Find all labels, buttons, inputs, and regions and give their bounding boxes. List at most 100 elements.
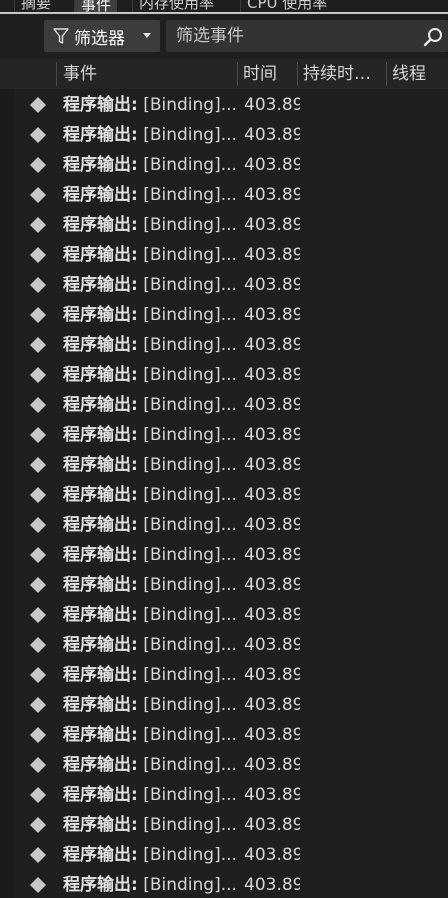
table-row[interactable]: 程序输出: [Binding]... 403.89 <box>14 300 448 330</box>
event-prefix: 程序输出: <box>63 395 138 415</box>
time-cell: 403.89 <box>244 755 300 775</box>
table-row[interactable]: 程序输出: [Binding]... 403.89 <box>14 390 448 420</box>
table-row[interactable]: 程序输出: [Binding]... 403.89 <box>14 150 448 180</box>
event-cell: 程序输出: [Binding]... <box>63 570 239 600</box>
filter-label: 筛选器 <box>74 28 125 49</box>
table-row[interactable]: 程序输出: [Binding]... 403.89 <box>14 780 448 810</box>
toolbar: 筛选器 <box>0 14 448 58</box>
row-gutter <box>0 59 14 898</box>
time-cell: 403.89 <box>244 875 300 895</box>
time-cell: 403.89 <box>244 335 300 355</box>
filter-dropdown-button[interactable]: 筛选器 <box>44 20 160 52</box>
event-prefix: 程序输出: <box>63 275 138 295</box>
table-row[interactable]: 程序输出: [Binding]... 403.89 <box>14 360 448 390</box>
table-row[interactable]: 程序输出: [Binding]... 403.89 <box>14 120 448 150</box>
table-row[interactable]: 程序输出: [Binding]... 403.89 <box>14 180 448 210</box>
diamond-icon <box>30 577 46 593</box>
column-separator[interactable] <box>56 62 57 86</box>
event-text: [Binding]... <box>137 155 237 175</box>
event-text: [Binding]... <box>137 815 237 835</box>
event-text: [Binding]... <box>137 335 237 355</box>
table-row[interactable]: 程序输出: [Binding]... 403.89 <box>14 810 448 840</box>
diamond-icon <box>30 157 46 173</box>
event-text: [Binding]... <box>137 185 237 205</box>
search-icon[interactable] <box>422 26 444 48</box>
diamond-icon <box>30 247 46 263</box>
diamond-icon <box>30 847 46 863</box>
table-row[interactable]: 程序输出: [Binding]... 403.89 <box>14 480 448 510</box>
table-row[interactable]: 程序输出: [Binding]... 403.89 <box>14 630 448 660</box>
event-cell: 程序输出: [Binding]... <box>63 510 239 540</box>
event-text: [Binding]... <box>137 485 237 505</box>
event-prefix: 程序输出: <box>63 845 138 865</box>
diamond-icon <box>30 277 46 293</box>
diamond-icon <box>30 427 46 443</box>
table-row[interactable]: 程序输出: [Binding]... 403.89 <box>14 450 448 480</box>
event-prefix: 程序输出: <box>63 125 138 145</box>
table-row[interactable]: 程序输出: [Binding]... 403.89 <box>14 510 448 540</box>
table-row[interactable]: 程序输出: [Binding]... 403.89 <box>14 210 448 240</box>
diamond-icon <box>30 697 46 713</box>
event-text: [Binding]... <box>137 245 237 265</box>
diamond-icon <box>30 817 46 833</box>
column-header-time[interactable]: 时间 <box>243 59 295 89</box>
diamond-icon <box>30 457 46 473</box>
column-header-duration[interactable]: 持续时… <box>303 59 383 89</box>
event-prefix: 程序输出: <box>63 695 138 715</box>
diamond-icon <box>30 187 46 203</box>
event-text: [Binding]... <box>137 695 237 715</box>
column-header-event[interactable]: 事件 <box>63 59 233 89</box>
event-prefix: 程序输出: <box>63 725 138 745</box>
event-cell: 程序输出: [Binding]... <box>63 660 239 690</box>
column-separator[interactable] <box>297 62 298 86</box>
table-row[interactable]: 程序输出: [Binding]... 403.89 <box>14 270 448 300</box>
search-input[interactable] <box>174 25 408 47</box>
table-row[interactable]: 程序输出: [Binding]... 403.89 <box>14 840 448 870</box>
event-cell: 程序输出: [Binding]... <box>63 450 239 480</box>
event-text: [Binding]... <box>137 515 237 535</box>
table-row[interactable]: 程序输出: [Binding]... 403.89 <box>14 600 448 630</box>
table-row[interactable]: 程序输出: [Binding]... 403.89 <box>14 540 448 570</box>
table-row[interactable]: 程序输出: [Binding]... 403.89 <box>14 330 448 360</box>
time-cell: 403.89 <box>244 485 300 505</box>
diamond-icon <box>30 217 46 233</box>
event-cell: 程序输出: [Binding]... <box>63 630 239 660</box>
time-cell: 403.89 <box>244 125 300 145</box>
table-row[interactable]: 程序输出: [Binding]... 403.89 <box>14 570 448 600</box>
event-cell: 程序输出: [Binding]... <box>63 180 239 210</box>
diamond-icon <box>30 487 46 503</box>
event-text: [Binding]... <box>137 875 237 895</box>
time-cell: 403.89 <box>244 425 300 445</box>
event-cell: 程序输出: [Binding]... <box>63 870 239 898</box>
event-prefix: 程序输出: <box>63 365 138 385</box>
column-separator[interactable] <box>237 62 238 86</box>
event-cell: 程序输出: [Binding]... <box>63 360 239 390</box>
table-row[interactable]: 程序输出: [Binding]... 403.89 <box>14 750 448 780</box>
time-cell: 403.89 <box>244 845 300 865</box>
column-separator[interactable] <box>386 62 387 86</box>
table-row[interactable]: 程序输出: [Binding]... 403.89 <box>14 90 448 120</box>
event-prefix: 程序输出: <box>63 155 138 175</box>
time-cell: 403.89 <box>244 575 300 595</box>
event-prefix: 程序输出: <box>63 245 138 265</box>
event-prefix: 程序输出: <box>63 425 138 445</box>
time-cell: 403.89 <box>244 395 300 415</box>
event-cell: 程序输出: [Binding]... <box>63 810 239 840</box>
table-row[interactable]: 程序输出: [Binding]... 403.89 <box>14 720 448 750</box>
table-row[interactable]: 程序输出: [Binding]... 403.89 <box>14 870 448 898</box>
table-row[interactable]: 程序输出: [Binding]... 403.89 <box>14 690 448 720</box>
event-prefix: 程序输出: <box>63 215 138 235</box>
table-row[interactable]: 程序输出: [Binding]... 403.89 <box>14 420 448 450</box>
column-header-thread[interactable]: 线程 <box>392 59 448 89</box>
event-prefix: 程序输出: <box>63 305 138 325</box>
time-cell: 403.89 <box>244 545 300 565</box>
event-cell: 程序输出: [Binding]... <box>63 420 239 450</box>
event-cell: 程序输出: [Binding]... <box>63 720 239 750</box>
event-text: [Binding]... <box>137 455 237 475</box>
search-box <box>166 20 448 52</box>
event-prefix: 程序输出: <box>63 575 138 595</box>
event-text: [Binding]... <box>137 395 237 415</box>
table-row[interactable]: 程序输出: [Binding]... 403.89 <box>14 240 448 270</box>
event-text: [Binding]... <box>137 95 237 115</box>
table-row[interactable]: 程序输出: [Binding]... 403.89 <box>14 660 448 690</box>
